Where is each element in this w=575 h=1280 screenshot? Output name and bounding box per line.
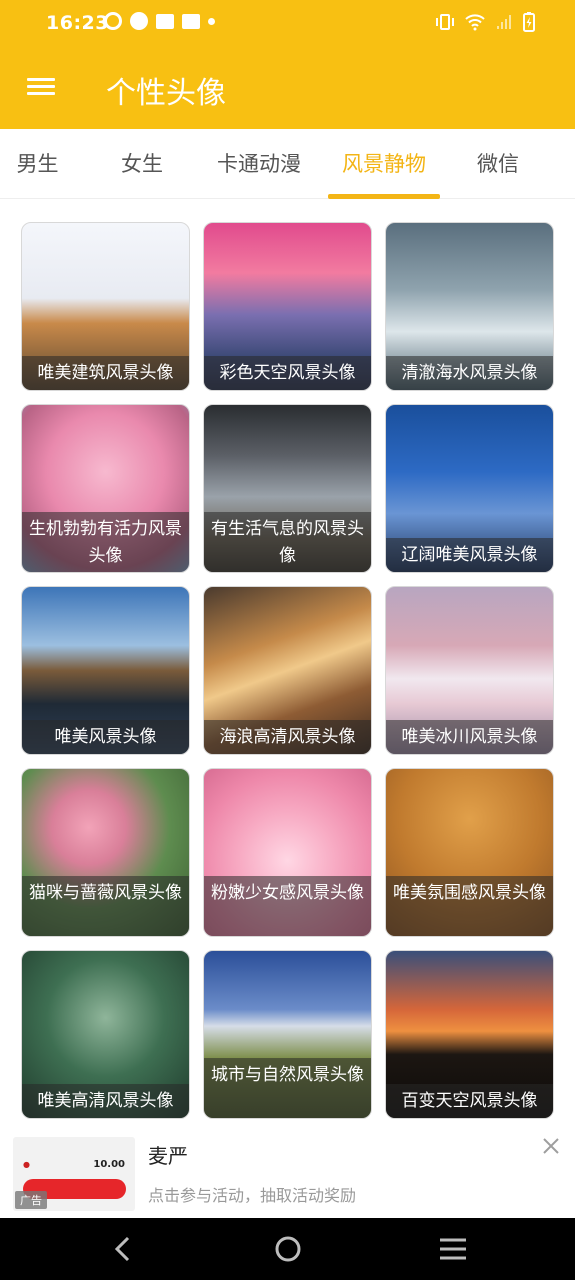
- close-icon: [543, 1138, 559, 1154]
- wifi-icon: [465, 14, 485, 31]
- avatar-card[interactable]: 唯美高清风景头像: [21, 950, 190, 1119]
- tab-girls[interactable]: 女生: [94, 129, 190, 199]
- menu-button[interactable]: [24, 74, 58, 102]
- tab-scenery[interactable]: 风景静物: [328, 129, 440, 199]
- avatar-card[interactable]: 海浪高清风景头像: [203, 586, 372, 755]
- recents-icon: [440, 1238, 466, 1260]
- mail-notification-icon: [156, 13, 174, 29]
- avatar-card-caption: 清澈海水风景头像: [386, 356, 553, 390]
- ad-thumb-brand-mark: ●: [23, 1160, 30, 1169]
- avatar-card-caption: 粉嫩少女感风景头像: [204, 876, 371, 936]
- status-time: 16:23: [46, 12, 109, 34]
- tab-boys[interactable]: 男生: [0, 129, 75, 199]
- avatar-card[interactable]: 彩色天空风景头像: [203, 222, 372, 391]
- active-tab-indicator: [328, 194, 440, 199]
- page-title: 个性头像: [106, 76, 226, 111]
- avatar-card[interactable]: 城市与自然风景头像: [203, 950, 372, 1119]
- avatar-card-caption: 城市与自然风景头像: [204, 1058, 371, 1118]
- avatar-card-caption: 生机勃勃有活力风景头像: [22, 512, 189, 572]
- avatar-card-caption: 百变天空风景头像: [386, 1084, 553, 1118]
- category-tabs: 男生 女生 卡通动漫 风景静物 微信: [0, 129, 575, 199]
- nav-home-button[interactable]: [248, 1218, 328, 1280]
- avatar-card-caption: 辽阔唯美风景头像: [386, 538, 553, 572]
- signal-icon: [497, 15, 511, 29]
- avatar-card-caption: 唯美高清风景头像: [22, 1084, 189, 1118]
- tab-wechat[interactable]: 微信: [450, 129, 546, 199]
- avatar-card-caption: 海浪高清风景头像: [204, 720, 371, 754]
- ad-thumbnail: ● 10.00 广告: [13, 1137, 135, 1211]
- battery-charging-icon: [523, 12, 535, 32]
- avatar-card-caption: 唯美氛围感风景头像: [386, 876, 553, 936]
- avatar-card[interactable]: 猫咪与蔷薇风景头像: [21, 768, 190, 937]
- app-bar: 个性头像: [0, 48, 575, 129]
- ad-close-button[interactable]: [539, 1134, 563, 1158]
- mail-notification-icon-2: [182, 13, 200, 29]
- avatar-card[interactable]: 唯美氛围感风景头像: [385, 768, 554, 937]
- home-icon: [275, 1236, 301, 1262]
- ad-thumb-price: 10.00: [93, 1159, 125, 1170]
- system-navigation-bar: [0, 1218, 575, 1280]
- settings-notification-icon: [104, 12, 122, 30]
- ad-label: 广告: [15, 1191, 47, 1209]
- avatar-card[interactable]: 辽阔唯美风景头像: [385, 404, 554, 573]
- avatar-card-caption: 彩色天空风景头像: [204, 356, 371, 390]
- ad-title: 麦严: [148, 1144, 188, 1168]
- avatar-card[interactable]: 唯美风景头像: [21, 586, 190, 755]
- avatar-card-caption: 猫咪与蔷薇风景头像: [22, 876, 189, 936]
- ad-banner[interactable]: ● 10.00 广告 麦严 点击参与活动，抽取活动奖励: [0, 1130, 575, 1218]
- avatar-card[interactable]: 清澈海水风景头像: [385, 222, 554, 391]
- avatar-card-caption: 唯美建筑风景头像: [22, 356, 189, 390]
- nav-recents-button[interactable]: [413, 1218, 493, 1280]
- nav-back-button[interactable]: [82, 1218, 162, 1280]
- avatar-card[interactable]: 粉嫩少女感风景头像: [203, 768, 372, 937]
- tab-cartoon[interactable]: 卡通动漫: [203, 129, 315, 199]
- avatar-card-caption: 有生活气息的风景头像: [204, 512, 371, 572]
- status-bar: 16:23: [0, 0, 575, 48]
- status-notification-icons: [104, 12, 215, 30]
- back-icon: [114, 1236, 130, 1262]
- hamburger-icon: [24, 78, 58, 95]
- avatar-card[interactable]: 百变天空风景头像: [385, 950, 554, 1119]
- ad-description: 点击参与活动，抽取活动奖励: [148, 1186, 357, 1205]
- avatar-card[interactable]: 唯美冰川风景头像: [385, 586, 554, 755]
- avatar-card[interactable]: 唯美建筑风景头像: [21, 222, 190, 391]
- avatar-card-caption: 唯美冰川风景头像: [386, 720, 553, 754]
- vibrate-icon: [436, 14, 454, 30]
- more-notifications-dot-icon: [208, 17, 215, 25]
- header: 16:23 个性头像: [0, 0, 575, 129]
- avatar-card[interactable]: 有生活气息的风景头像: [203, 404, 372, 573]
- avatar-card-caption: 唯美风景头像: [22, 720, 189, 754]
- help-notification-icon: [130, 12, 148, 30]
- status-system-icons: [435, 12, 535, 32]
- avatar-card[interactable]: 生机勃勃有活力风景头像: [21, 404, 190, 573]
